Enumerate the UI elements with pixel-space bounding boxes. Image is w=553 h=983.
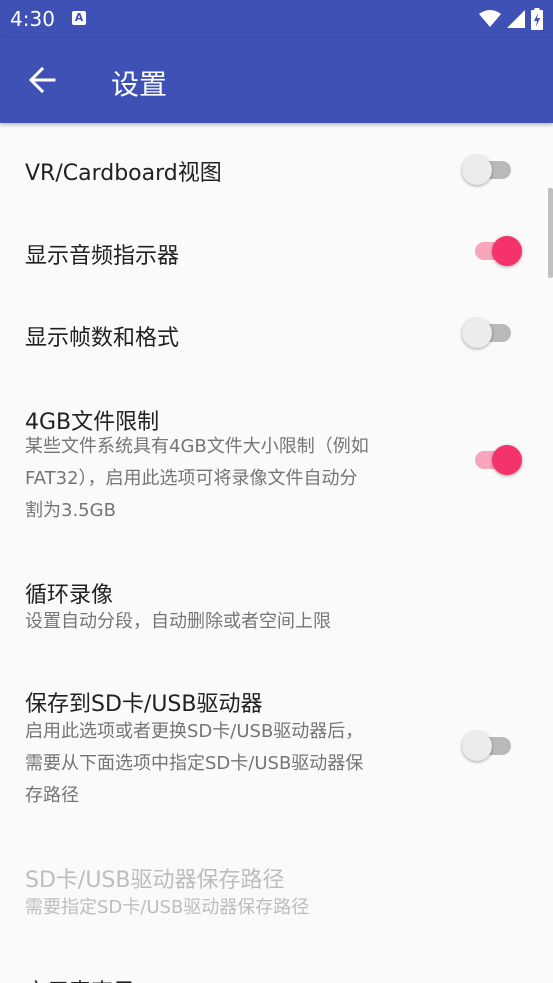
- switch-thumb: [462, 155, 492, 185]
- pref-audio-indicator[interactable]: 显示音频指示器: [0, 210, 553, 292]
- pref-summary: 某些文件系统具有4GB文件大小限制（例如 FAT32），启用此选项可将录像文件自…: [25, 431, 445, 527]
- pref-title: 启用麦克风: [25, 974, 135, 983]
- switch-thumb: [492, 445, 522, 475]
- switch-thumb: [462, 318, 492, 348]
- summary-line: 割为3.5GB: [25, 500, 116, 521]
- 4gb-limit-switch[interactable]: [462, 441, 524, 481]
- pref-title: 保存到SD卡/USB驱动器: [25, 692, 263, 717]
- switch-thumb: [492, 236, 522, 266]
- wifi-icon: [479, 10, 501, 27]
- status-bar: 4:30 A: [0, 0, 553, 38]
- status-time: 4:30: [10, 7, 55, 31]
- pref-sd-usb-path: SD卡/USB驱动器保存路径 需要指定SD卡/USB驱动器保存路径: [0, 840, 553, 960]
- vr-cardboard-switch[interactable]: [462, 151, 524, 191]
- pref-title: 显示音频指示器: [25, 244, 180, 269]
- status-icons: [479, 6, 543, 32]
- pref-save-to-sd-usb[interactable]: 保存到SD卡/USB驱动器 启用此选项或者更换SD卡/USB驱动器后， 需要从下…: [0, 670, 553, 840]
- pref-title: SD卡/USB驱动器保存路径: [25, 868, 285, 893]
- arrow-back-icon: [28, 66, 56, 94]
- save-to-sd-usb-switch[interactable]: [462, 727, 524, 767]
- summary-line: 需要从下面选项中指定SD卡/USB驱动器保: [25, 753, 364, 774]
- battery-charging-icon: [531, 8, 543, 30]
- pref-summary: 启用此选项或者更换SD卡/USB驱动器后， 需要从下面选项中指定SD卡/USB驱…: [25, 716, 445, 812]
- summary-line: FAT32），启用此选项可将录像文件自动分: [25, 468, 358, 489]
- pref-vr-cardboard[interactable]: VR/Cardboard视图: [0, 123, 553, 219]
- signal-icon: [507, 10, 525, 28]
- pref-4gb-limit[interactable]: 4GB文件限制 某些文件系统具有4GB文件大小限制（例如 FAT32），启用此选…: [0, 378, 553, 550]
- app-bar: 设置: [0, 38, 553, 123]
- fps-format-switch[interactable]: [462, 314, 524, 354]
- pref-title: VR/Cardboard视图: [25, 161, 222, 186]
- pref-title: 循环录像: [25, 583, 114, 608]
- back-button[interactable]: [18, 58, 66, 102]
- summary-line: 存路径: [25, 785, 79, 806]
- switch-thumb: [462, 731, 492, 761]
- audio-indicator-switch[interactable]: [462, 232, 524, 272]
- summary-line: 某些文件系统具有4GB文件大小限制（例如: [25, 436, 369, 457]
- pref-loop-recording[interactable]: 循环录像 设置自动分段，自动删除或者空间上限: [0, 550, 553, 670]
- pref-enable-microphone[interactable]: 启用麦克风: [0, 960, 553, 983]
- pref-summary: 设置自动分段，自动删除或者空间上限: [25, 611, 331, 632]
- pref-title: 显示帧数和格式: [25, 326, 180, 351]
- pref-summary: 需要指定SD卡/USB驱动器保存路径: [25, 897, 310, 918]
- a-notification-icon: A: [72, 11, 86, 25]
- pref-fps-format[interactable]: 显示帧数和格式: [0, 292, 553, 378]
- page-title: 设置: [111, 68, 168, 101]
- summary-line: 启用此选项或者更换SD卡/USB驱动器后，: [25, 721, 364, 742]
